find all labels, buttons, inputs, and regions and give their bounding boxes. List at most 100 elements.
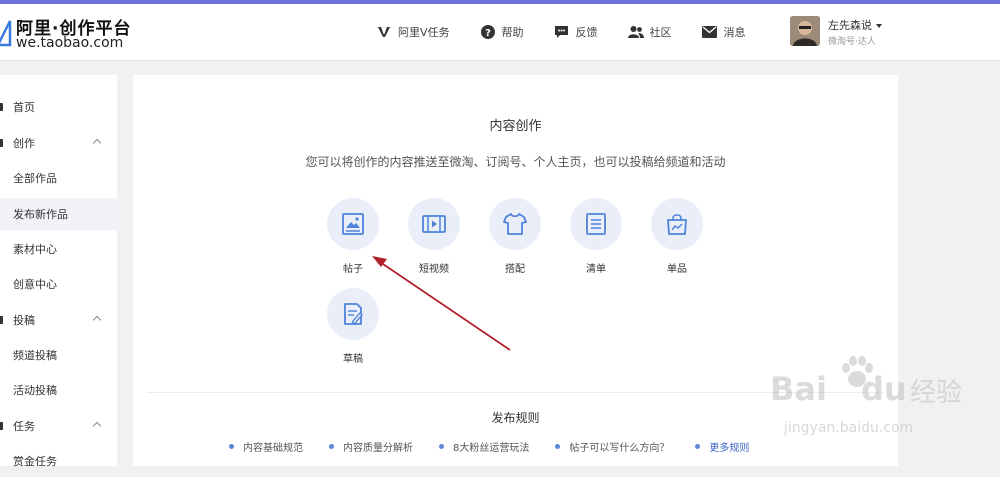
list-icon <box>586 213 606 235</box>
sidebar-item-materials[interactable]: 素材中心 <box>0 233 117 265</box>
rule-link[interactable]: 帖子可以写什么方向？ <box>555 439 669 454</box>
tile-short-video[interactable]: 短视频 <box>404 198 464 275</box>
user-name[interactable]: 左先森说 <box>828 17 882 33</box>
page-title: 内容创作 <box>489 119 542 134</box>
nav-label: 反馈 <box>575 26 598 39</box>
sidebar-item-all-works[interactable]: 全部作品 <box>0 162 117 194</box>
tile-label: 搭配 <box>505 264 525 275</box>
tile-circle <box>570 198 622 250</box>
svg-text:?: ? <box>485 28 491 39</box>
create-icon <box>0 139 3 147</box>
video-icon <box>422 215 446 233</box>
sidebar: 首页 创作 全部作品 发布新作品 素材中心 创意中心 投稿 频道投稿 活动投稿 … <box>0 75 117 468</box>
bullet-icon <box>695 444 701 449</box>
sidebar-item-bounty-tasks[interactable]: 赏金任务 <box>0 445 117 477</box>
post-image-icon <box>342 213 364 235</box>
tile-circle <box>408 198 460 250</box>
community-icon <box>627 24 644 40</box>
nav-v-task[interactable]: 阿里V任务 <box>376 24 450 40</box>
chevron-up-icon[interactable] <box>92 138 102 148</box>
chevron-up-icon[interactable] <box>92 315 102 325</box>
logo-subtitle: we.taobao.com <box>16 35 124 51</box>
help-icon: ? <box>480 24 496 40</box>
sidebar-item-label: 素材中心 <box>13 243 57 256</box>
page-description: 您可以将创作的内容推送至微淘、订阅号、个人主页，也可以投稿给频道和活动 <box>305 155 726 169</box>
rule-label: 更多规则 <box>709 443 750 454</box>
product-bag-icon <box>667 214 687 235</box>
sidebar-item-label: 创作 <box>13 137 35 150</box>
tile-label: 草稿 <box>343 354 363 365</box>
sidebar-item-label: 频道投稿 <box>13 349 57 362</box>
rules-links: 内容基础规范 内容质量分解析 8大粉丝运营玩法 帖子可以写什么方向？ 更多规则 <box>229 439 749 454</box>
home-icon <box>0 103 3 111</box>
sidebar-item-label: 发布新作品 <box>13 208 68 221</box>
tile-circle <box>327 198 379 250</box>
top-header: 阿里·创作平台 we.taobao.com 阿里V任务 ? 帮助 反馈 社区 消… <box>0 4 1000 61</box>
nav-label: 社区 <box>649 26 672 39</box>
sidebar-item-creative[interactable]: 创意中心 <box>0 268 117 300</box>
feedback-icon <box>554 24 570 40</box>
nav-community[interactable]: 社区 <box>627 24 672 40</box>
top-nav: 阿里V任务 ? 帮助 反馈 社区 消息 <box>376 4 746 60</box>
bullet-icon <box>329 444 334 449</box>
chevron-up-icon[interactable] <box>92 421 102 431</box>
submit-icon <box>0 316 3 324</box>
avatar[interactable] <box>790 16 820 46</box>
more-rules-link[interactable]: 更多规则 <box>695 439 749 454</box>
bullet-icon <box>439 444 444 449</box>
tile-post[interactable]: 帖子 <box>323 198 383 275</box>
tile-circle <box>327 288 379 340</box>
sidebar-group-submit[interactable]: 投稿 <box>0 304 117 336</box>
watermark-text: 经验 <box>910 378 963 408</box>
tile-outfit[interactable]: 搭配 <box>485 198 545 275</box>
sidebar-item-label: 投稿 <box>13 314 35 327</box>
nav-label: 阿里V任务 <box>398 26 450 39</box>
outfit-icon <box>503 213 527 235</box>
mail-icon <box>702 24 718 40</box>
rule-label: 内容质量分解析 <box>343 443 413 454</box>
nav-label: 帮助 <box>501 26 524 39</box>
sidebar-item-event-submit[interactable]: 活动投稿 <box>0 374 117 406</box>
caret-down-icon[interactable] <box>876 24 882 28</box>
sidebar-item-label: 赏金任务 <box>13 455 57 468</box>
sidebar-item-publish-new[interactable]: 发布新作品 <box>0 198 117 230</box>
tile-circle <box>651 198 703 250</box>
sidebar-item-channel-submit[interactable]: 频道投稿 <box>0 339 117 371</box>
user-role: 微淘号·达人 <box>828 37 876 47</box>
nav-messages[interactable]: 消息 <box>702 24 746 40</box>
rule-label: 帖子可以写什么方向？ <box>569 443 670 454</box>
sidebar-item-label: 任务 <box>13 420 35 433</box>
sidebar-item-label: 全部作品 <box>13 172 57 185</box>
tile-list[interactable]: 清单 <box>566 198 626 275</box>
sidebar-item-label: 活动投稿 <box>13 384 57 397</box>
nav-feedback[interactable]: 反馈 <box>554 24 598 40</box>
nav-help[interactable]: ? 帮助 <box>480 24 524 40</box>
v-icon <box>376 24 392 40</box>
tile-label: 单品 <box>667 264 687 275</box>
tasks-icon <box>0 422 3 430</box>
tile-label: 短视频 <box>419 264 449 275</box>
rule-link[interactable]: 内容基础规范 <box>229 439 303 454</box>
tile-draft[interactable]: 草稿 <box>323 288 383 365</box>
sidebar-item-home[interactable]: 首页 <box>0 91 117 123</box>
rule-label: 内容基础规范 <box>243 443 303 454</box>
rule-link[interactable]: 内容质量分解析 <box>329 439 413 454</box>
logo-mark-icon <box>0 20 12 47</box>
rule-link[interactable]: 8大粉丝运营玩法 <box>439 439 529 454</box>
bullet-icon <box>555 444 561 449</box>
content-creation-panel: 内容创作 您可以将创作的内容推送至微淘、订阅号、个人主页，也可以投稿给频道和活动… <box>133 75 898 466</box>
tile-label: 清单 <box>586 264 606 275</box>
draft-icon <box>344 303 363 325</box>
sidebar-item-label: 首页 <box>13 101 35 114</box>
tile-label: 帖子 <box>343 264 363 275</box>
nav-label: 消息 <box>723 26 746 39</box>
sidebar-group-tasks[interactable]: 任务 <box>0 410 117 442</box>
rule-label: 8大粉丝运营玩法 <box>453 443 530 454</box>
tile-single-product[interactable]: 单品 <box>647 198 707 275</box>
rules-title: 发布规则 <box>491 411 540 425</box>
bullet-icon <box>229 444 234 449</box>
section-divider <box>147 392 884 393</box>
sidebar-item-label: 创意中心 <box>13 278 57 291</box>
tile-circle <box>489 198 541 250</box>
sidebar-group-create[interactable]: 创作 <box>0 127 117 159</box>
